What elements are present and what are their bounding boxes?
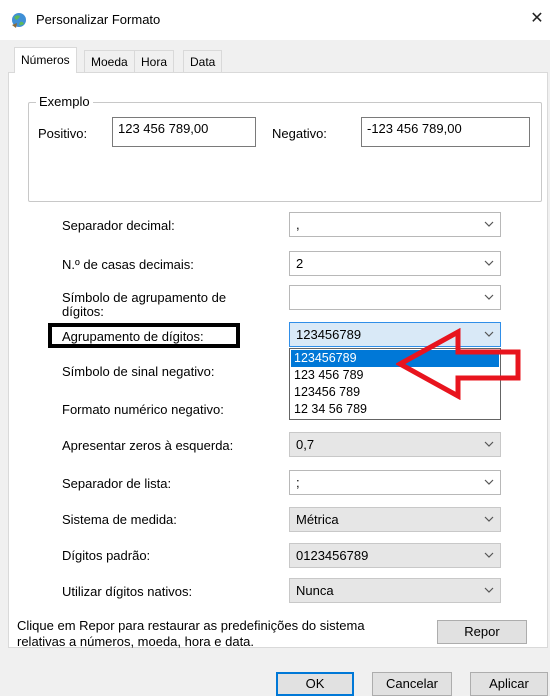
list-separator-combo[interactable]: ; <box>289 470 501 495</box>
annotation-arrow-icon <box>396 328 521 400</box>
close-button[interactable]: ✕ <box>526 8 548 30</box>
window-title: Personalizar Formato <box>36 12 161 27</box>
grouping-option[interactable]: 12 34 56 789 <box>291 401 499 418</box>
decimal-separator-label: Separador decimal: <box>62 218 175 233</box>
decimal-places-combo[interactable]: 2 <box>289 251 501 276</box>
native-digits-label: Utilizar dígitos nativos: <box>62 584 193 599</box>
native-digits-combo[interactable]: Nunca <box>289 578 501 603</box>
positive-value: 123 456 789,00 <box>112 117 256 147</box>
grouping-symbol-combo[interactable] <box>289 285 501 310</box>
annotation-highlight-box <box>48 323 240 348</box>
negative-label: Negativo: <box>272 126 327 141</box>
chevron-down-icon <box>484 260 494 266</box>
leading-zeros-value: 0,7 <box>296 437 315 452</box>
decimal-separator-combo[interactable]: , <box>289 212 501 237</box>
chevron-down-icon <box>484 441 494 447</box>
chevron-down-icon <box>484 221 494 227</box>
decimal-separator-value: , <box>296 217 300 232</box>
chevron-down-icon <box>484 587 494 593</box>
chevron-down-icon <box>484 294 494 300</box>
standard-digits-combo[interactable]: 0123456789 <box>289 543 501 568</box>
digit-grouping-value: 123456789 <box>296 327 362 342</box>
chevron-down-icon <box>484 516 494 522</box>
ok-button[interactable]: OK <box>276 672 354 696</box>
negative-sign-label: Símbolo de sinal negativo: <box>62 364 215 379</box>
negative-format-label: Formato numérico negativo: <box>62 402 224 417</box>
tab-numeros[interactable]: Números <box>14 47 77 73</box>
positive-label: Positivo: <box>38 126 88 141</box>
list-separator-value: ; <box>296 475 300 490</box>
leading-zeros-label: Apresentar zeros à esquerda: <box>62 438 234 453</box>
example-legend: Exemplo <box>36 94 93 109</box>
measurement-system-combo[interactable]: Métrica <box>289 507 501 532</box>
chevron-down-icon <box>484 552 494 558</box>
measurement-system-value: Métrica <box>296 512 339 527</box>
negative-value: -123 456 789,00 <box>361 117 530 147</box>
apply-button[interactable]: Aplicar <box>470 672 548 696</box>
chevron-down-icon <box>484 479 494 485</box>
decimal-places-label: N.º de casas decimais: <box>62 257 194 272</box>
cancel-button[interactable]: Cancelar <box>372 672 452 696</box>
native-digits-value: Nunca <box>296 583 334 598</box>
tab-moeda[interactable]: Moeda <box>84 50 135 72</box>
standard-digits-value: 0123456789 <box>296 548 369 563</box>
leading-zeros-combo[interactable]: 0,7 <box>289 432 501 457</box>
reset-text-line1: Clique em Repor para restaurar as predef… <box>17 618 365 633</box>
tab-hora[interactable]: Hora <box>134 50 175 72</box>
decimal-places-value: 2 <box>296 256 304 271</box>
globe-icon <box>12 13 26 28</box>
list-separator-label: Separador de lista: <box>62 476 172 491</box>
standard-digits-label: Dígitos padrão: <box>62 548 151 563</box>
measurement-system-label: Sistema de medida: <box>62 512 177 527</box>
reset-text-line2: relativas a números, moeda, hora e data. <box>17 634 255 649</box>
reset-button[interactable]: Repor <box>437 620 527 644</box>
grouping-symbol-label: Símbolo de agrupamento de dígitos: <box>62 290 227 319</box>
tab-data[interactable]: Data <box>183 50 223 72</box>
